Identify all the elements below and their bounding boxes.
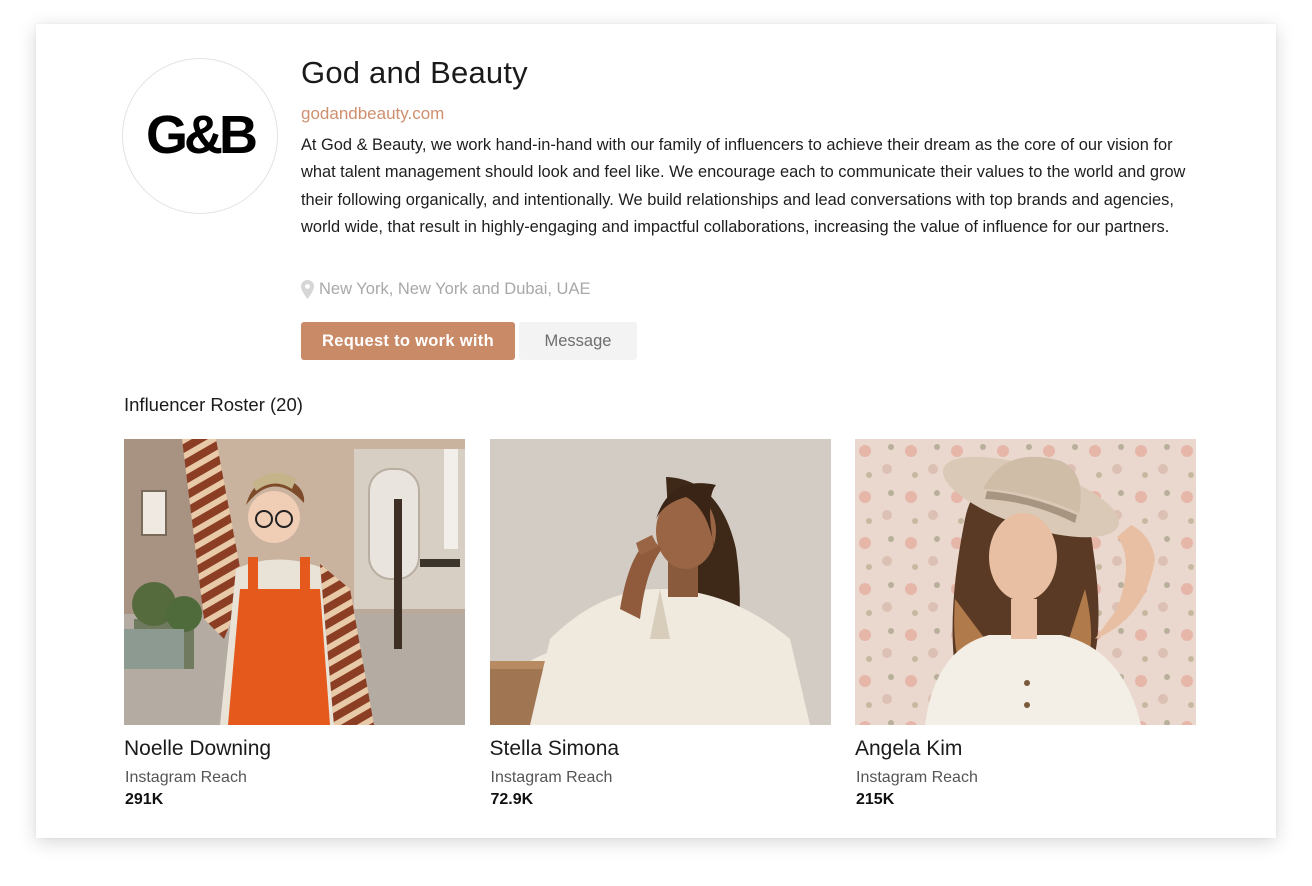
agency-website-link[interactable]: godandbeauty.com [301, 104, 444, 124]
influencer-name[interactable]: Angela Kim [855, 736, 1196, 762]
influencer-card[interactable]: Noelle Downing Instagram Reach 291K [124, 439, 465, 810]
influencer-photo[interactable] [855, 439, 1196, 725]
request-to-work-button[interactable]: Request to work with [301, 322, 515, 360]
agency-description: At God & Beauty, we work hand-in-hand wi… [301, 136, 1186, 237]
instagram-reach-value: 72.9K [490, 791, 534, 808]
map-pin-icon [301, 280, 314, 299]
influencer-name[interactable]: Stella Simona [490, 736, 831, 762]
agency-logo-text: G&B [146, 106, 256, 165]
agency-logo-mark: G&B [146, 106, 260, 165]
influencer-roster-grid: Noelle Downing Instagram Reach 291K Stel… [124, 439, 1196, 810]
roster-heading: Influencer Roster (20) [124, 394, 303, 415]
agency-location-text: New York, New York and Dubai, UAE [319, 280, 591, 298]
influencer-card[interactable]: Angela Kim Instagram Reach 215K [855, 439, 1196, 810]
instagram-reach-label: Instagram Reach [490, 769, 613, 786]
influencer-card[interactable]: Stella Simona Instagram Reach 72.9K [489, 439, 831, 810]
instagram-reach-label: Instagram Reach [856, 769, 978, 786]
influencer-photo[interactable] [489, 439, 831, 725]
agency-logo: G&B [122, 58, 278, 214]
instagram-reach-label: Instagram Reach [125, 769, 247, 786]
instagram-reach-value: 291K [125, 791, 164, 808]
message-button[interactable]: Message [519, 322, 637, 360]
agency-name: God and Beauty [301, 55, 528, 90]
instagram-reach-value: 215K [856, 791, 895, 808]
agency-location: New York, New York and Dubai, UAE [301, 280, 591, 299]
influencer-photo[interactable] [124, 439, 465, 725]
influencer-name[interactable]: Noelle Downing [124, 736, 465, 762]
agency-profile-card: G&B God and Beauty godandbeauty.com At G… [36, 24, 1276, 838]
